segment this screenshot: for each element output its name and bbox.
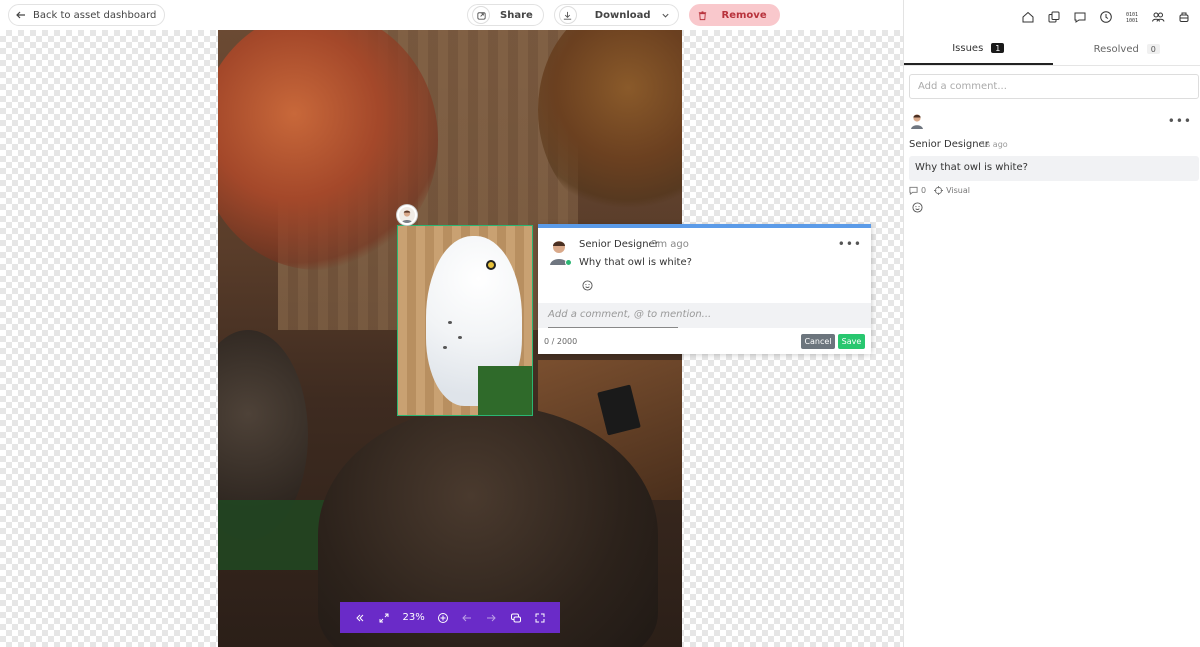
comment-icon[interactable] bbox=[1073, 10, 1087, 24]
comment-time: 3m ago bbox=[651, 239, 689, 250]
users-icon[interactable] bbox=[1151, 10, 1165, 24]
fullscreen-icon[interactable] bbox=[532, 610, 548, 626]
reply-placeholder: Add a comment, @ to mention... bbox=[548, 309, 712, 320]
char-count: 0 / 2000 bbox=[544, 337, 578, 346]
emoji-icon[interactable] bbox=[582, 280, 593, 291]
tag-visual-label: Visual bbox=[946, 186, 970, 195]
tab-resolved[interactable]: Resolved 0 bbox=[1053, 33, 1200, 65]
replies-count-value: 0 bbox=[921, 186, 927, 195]
comments-tabs: Issues 1 Resolved 0 bbox=[904, 33, 1200, 66]
fit-icon[interactable] bbox=[376, 610, 392, 626]
back-to-dashboard-button[interactable]: Back to asset dashboard bbox=[8, 4, 166, 26]
zoom-in-icon[interactable] bbox=[435, 610, 451, 626]
chevron-down-icon bbox=[661, 13, 669, 18]
tab-issues[interactable]: Issues 1 bbox=[904, 33, 1053, 65]
replies-count[interactable]: 0 bbox=[909, 186, 926, 195]
double-chevron-left-icon[interactable] bbox=[352, 610, 368, 626]
entry-time: 1s ago bbox=[981, 140, 1008, 149]
resolved-count-badge: 0 bbox=[1146, 44, 1160, 54]
clock-icon[interactable] bbox=[1099, 10, 1113, 24]
annotation-selection[interactable] bbox=[397, 225, 533, 416]
reply-icon bbox=[909, 186, 918, 195]
download-button[interactable]: Download bbox=[553, 4, 679, 26]
cancel-button[interactable]: Cancel bbox=[801, 334, 835, 349]
comments-panel: 0101 1001 Issues 1 Resolved 0 Add a comme… bbox=[903, 0, 1200, 647]
binary-icon[interactable]: 0101 1001 bbox=[1125, 10, 1139, 24]
tag-visual[interactable]: Visual bbox=[934, 186, 970, 195]
crosshair-icon bbox=[934, 186, 944, 195]
trash-icon bbox=[694, 6, 712, 24]
more-options-icon[interactable]: ••• bbox=[838, 237, 862, 251]
share-button[interactable]: Share bbox=[467, 4, 544, 26]
svg-text:1001: 1001 bbox=[1126, 18, 1138, 24]
top-bar: Back to asset dashboard Share Download R… bbox=[0, 0, 903, 30]
zoom-toolbar: 23% bbox=[340, 602, 560, 633]
arrow-left-icon bbox=[16, 11, 25, 19]
back-label: Back to asset dashboard bbox=[33, 9, 157, 21]
comments-icon[interactable] bbox=[508, 610, 524, 626]
issues-count-badge: 1 bbox=[991, 43, 1005, 53]
reply-input[interactable]: Add a comment, @ to mention... bbox=[538, 303, 871, 328]
home-icon[interactable] bbox=[1021, 10, 1035, 24]
zoom-level: 23% bbox=[402, 612, 425, 623]
tab-resolved-label: Resolved bbox=[1093, 43, 1139, 55]
download-label: Download bbox=[594, 9, 651, 21]
emoji-icon[interactable] bbox=[912, 202, 923, 213]
online-status-dot bbox=[565, 259, 572, 266]
comment-author: Senior Designer bbox=[579, 239, 659, 250]
entry-body[interactable]: Why that owl is white? bbox=[909, 156, 1199, 181]
avatar bbox=[911, 114, 923, 129]
arrow-left-icon[interactable] bbox=[459, 610, 475, 626]
add-comment-placeholder: Add a comment... bbox=[918, 81, 1007, 92]
tab-issues-label: Issues bbox=[952, 42, 984, 54]
integrations-icon[interactable] bbox=[1177, 10, 1191, 24]
entry-author: Senior Designer bbox=[909, 139, 989, 150]
comment-body: Why that owl is white? bbox=[579, 257, 692, 268]
remove-button[interactable]: Remove bbox=[688, 4, 780, 26]
comment-popup: Senior Designer 3m ago ••• Why that owl … bbox=[538, 224, 871, 354]
arrow-right-icon[interactable] bbox=[483, 610, 499, 626]
add-comment-input[interactable]: Add a comment... bbox=[909, 74, 1199, 99]
download-icon bbox=[558, 6, 577, 24]
entry-more-options-icon[interactable]: ••• bbox=[1168, 114, 1192, 128]
versions-icon[interactable] bbox=[1047, 10, 1061, 24]
share-label: Share bbox=[500, 9, 533, 21]
share-icon bbox=[472, 6, 490, 24]
save-button[interactable]: Save bbox=[838, 334, 865, 349]
entry-body-text: Why that owl is white? bbox=[915, 162, 1028, 173]
annotation-avatar[interactable] bbox=[397, 205, 417, 225]
remove-label: Remove bbox=[721, 9, 767, 21]
image-canvas[interactable]: Senior Designer 3m ago ••• Why that owl … bbox=[0, 30, 903, 647]
